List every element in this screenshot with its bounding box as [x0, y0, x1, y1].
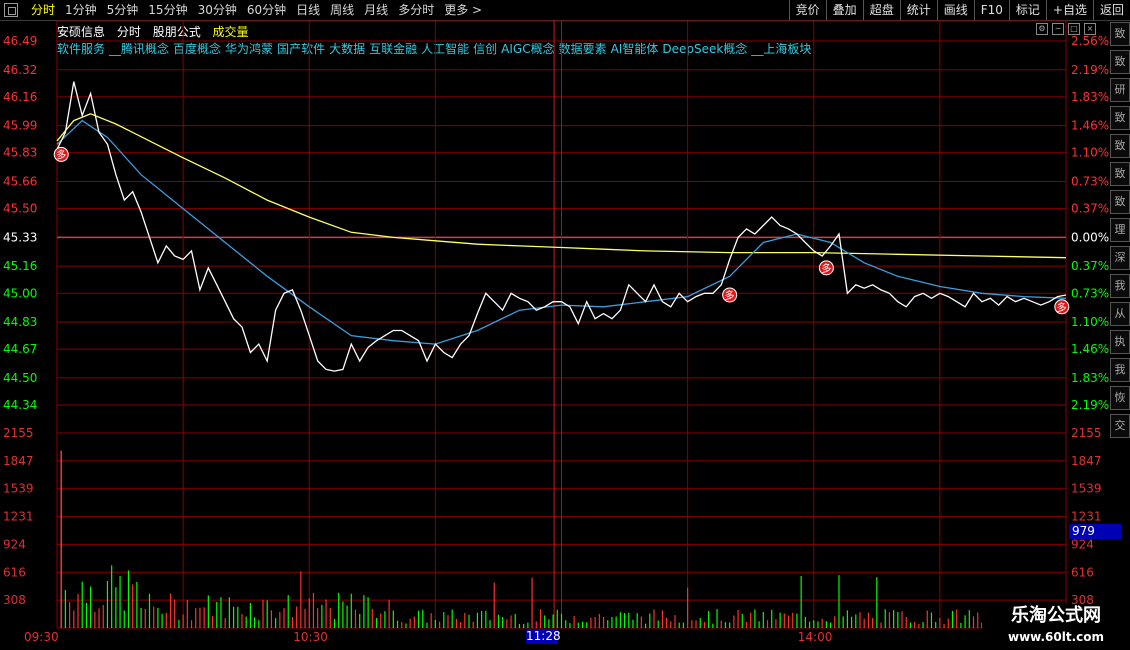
volume-tick-label: 2155	[3, 426, 34, 440]
price-tick-label: 46.32	[3, 63, 37, 77]
watermark: 乐淘公式网 www.60lt.com	[982, 604, 1130, 650]
buy-signal-label: 多	[821, 262, 831, 275]
volume-tick-label: 1231	[3, 510, 34, 524]
side-tab[interactable]: 深	[1110, 246, 1130, 270]
percent-tick-label: 1.83%	[1071, 90, 1109, 104]
side-tab[interactable]: 研	[1110, 78, 1130, 102]
side-tab[interactable]: 致	[1110, 162, 1130, 186]
percent-tick-label: 0.37%	[1071, 202, 1109, 216]
percent-tick-label: 2.56%	[1071, 34, 1109, 48]
volume-tick-label-right: 1231	[1071, 510, 1102, 524]
price-tick-label: 46.16	[3, 90, 37, 104]
volume-tick-label-right: 1847	[1071, 454, 1102, 468]
volume-tick-label: 308	[3, 593, 26, 607]
percent-tick-label: 1.83%	[1071, 371, 1109, 385]
buy-signal-label: 多	[56, 148, 66, 161]
intraday-chart[interactable]: 46.49 2.56% 46.32 2.19% 46.16 1.83% 45.99 1.46%…	[0, 0, 1130, 650]
price-tick-label: 45.66	[3, 175, 37, 189]
volume-tick-label: 1539	[3, 482, 34, 496]
side-tab[interactable]: 恢	[1110, 386, 1130, 410]
price-tick-label: 44.34	[3, 398, 37, 412]
side-tab[interactable]: 致	[1110, 22, 1130, 46]
percent-tick-label: 0.37%	[1071, 259, 1109, 273]
price-tick-label: 45.50	[3, 202, 37, 216]
volume-tick-label: 1847	[3, 454, 34, 468]
side-tab[interactable]: 理	[1110, 218, 1130, 242]
volume-tick-label-right: 1539	[1071, 482, 1102, 496]
cursor-time-badge: 11:28	[526, 629, 561, 644]
watermark-url: www.60lt.com	[1007, 630, 1105, 644]
percent-tick-label: 1.46%	[1071, 342, 1109, 356]
percent-tick-label: 2.19%	[1071, 398, 1109, 412]
percent-tick-label: 0.00%	[1071, 230, 1109, 244]
price-tick-label: 45.33	[3, 230, 37, 244]
side-tab[interactable]: 致	[1110, 106, 1130, 130]
time-tick-label: 10:30	[293, 630, 328, 644]
side-tab[interactable]: 从	[1110, 302, 1130, 326]
time-tick-label: 14:00	[798, 630, 833, 644]
side-tab[interactable]: 致	[1110, 134, 1130, 158]
side-tab[interactable]: 交	[1110, 414, 1130, 438]
side-tab[interactable]: 致	[1110, 190, 1130, 214]
side-tab[interactable]: 执	[1110, 330, 1130, 354]
volume-tick-label: 924	[3, 537, 26, 551]
price-tick-label: 44.83	[3, 315, 37, 329]
volume-tick-label: 616	[3, 565, 26, 579]
side-tab[interactable]: 我	[1110, 274, 1130, 298]
price-tick-label: 45.16	[3, 259, 37, 273]
current-volume-badge: 979	[1069, 524, 1121, 539]
percent-tick-label: 1.46%	[1071, 119, 1109, 133]
side-tab[interactable]: 致	[1110, 50, 1130, 74]
price-tick-label: 45.00	[3, 286, 37, 300]
watermark-name: 乐淘公式网	[1011, 605, 1101, 626]
percent-tick-label: 0.73%	[1071, 175, 1109, 189]
price-tick-label: 45.99	[3, 119, 37, 133]
price-tick-label: 45.83	[3, 146, 37, 160]
percent-tick-label: 1.10%	[1071, 315, 1109, 329]
volume-tick-label-right: 616	[1071, 565, 1094, 579]
percent-tick-label: 2.19%	[1071, 63, 1109, 77]
percent-tick-label: 1.10%	[1071, 146, 1109, 160]
volume-tick-label-right: 2155	[1071, 426, 1102, 440]
price-tick-label: 44.50	[3, 371, 37, 385]
side-tab[interactable]: 我	[1110, 358, 1130, 382]
buy-signal-label: 多	[1057, 301, 1067, 314]
price-tick-label: 44.67	[3, 342, 37, 356]
buy-signal-label: 多	[725, 289, 735, 302]
volume-tick-label-right: 924	[1071, 537, 1094, 551]
price-tick-label: 46.49	[3, 34, 37, 48]
percent-tick-label: 0.73%	[1071, 286, 1109, 300]
time-tick-label: 09:30	[24, 630, 59, 644]
